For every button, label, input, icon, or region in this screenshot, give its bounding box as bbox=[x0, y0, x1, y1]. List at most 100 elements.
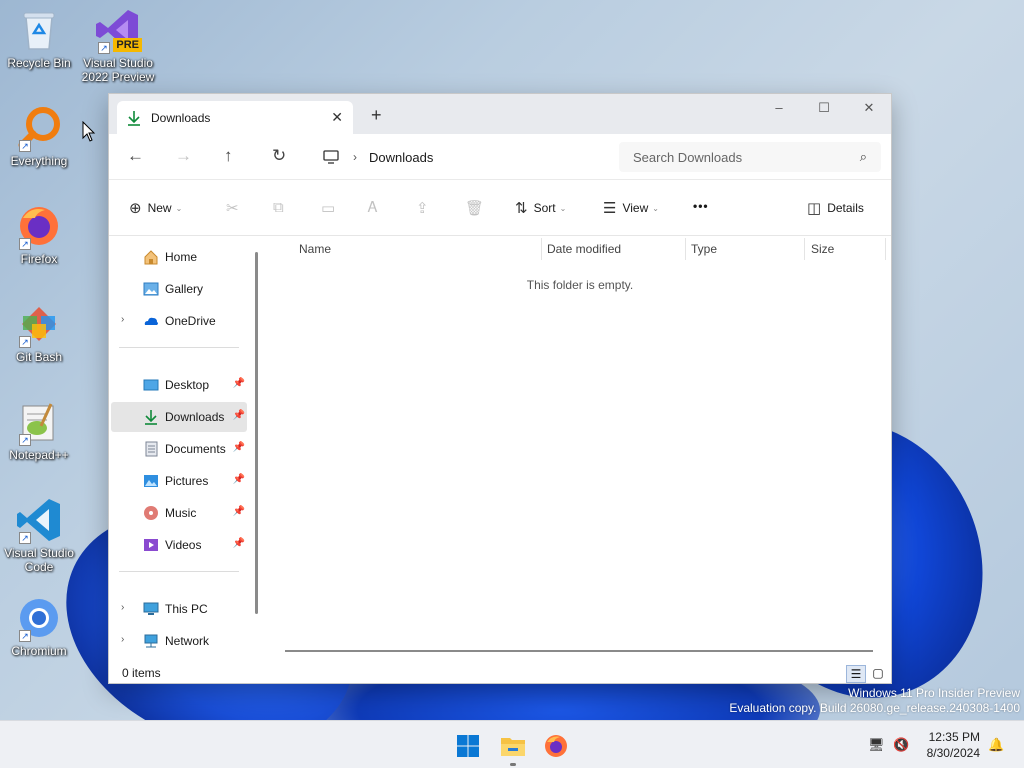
system-clock[interactable]: 12:35 PM 8/30/2024 bbox=[927, 729, 980, 761]
desktop-icon-vscode[interactable]: ↗ Visual Studio Code bbox=[1, 496, 77, 574]
nav-item-gallery[interactable]: Gallery bbox=[111, 274, 247, 304]
desktop-icon-everything[interactable]: ↗ Everything bbox=[1, 104, 77, 168]
nav-pane-scrollbar[interactable] bbox=[255, 252, 258, 614]
close-tab-icon[interactable]: ✕ bbox=[331, 109, 343, 126]
tab-downloads[interactable]: Downloads ✕ bbox=[117, 101, 353, 134]
nav-item-pictures[interactable]: Pictures 📌 bbox=[111, 466, 247, 496]
nav-label: Documents bbox=[165, 442, 226, 456]
nav-label: Downloads bbox=[165, 410, 225, 424]
desktop-icon-label: Everything bbox=[10, 154, 68, 168]
sort-button[interactable]: ⇅ Sort ⌄ bbox=[515, 199, 566, 217]
taskbar-file-explorer[interactable] bbox=[500, 733, 526, 759]
nav-item-onedrive[interactable]: › OneDrive bbox=[111, 306, 247, 336]
share-icon: ⇪ bbox=[416, 200, 429, 217]
column-header-size[interactable]: Size bbox=[811, 242, 834, 256]
desktop-icon-recycle-bin[interactable]: Recycle Bin bbox=[1, 6, 77, 70]
windows-logo-icon bbox=[457, 735, 479, 757]
nav-item-network[interactable]: › Network bbox=[111, 626, 247, 656]
notification-bell-icon[interactable]: 🔔 bbox=[988, 737, 1004, 753]
pin-icon[interactable]: 📌 bbox=[233, 538, 245, 549]
item-count: 0 items bbox=[122, 666, 161, 680]
column-divider[interactable] bbox=[804, 238, 805, 260]
plus-circle-icon: ⊕ bbox=[129, 200, 142, 217]
pin-icon[interactable]: 📌 bbox=[233, 410, 245, 421]
chevron-right-icon[interactable]: › bbox=[353, 150, 357, 164]
new-button[interactable]: ⊕ New ⌄ bbox=[129, 199, 182, 217]
nav-label: OneDrive bbox=[165, 314, 216, 328]
nav-item-music[interactable]: Music 📌 bbox=[111, 498, 247, 528]
column-divider[interactable] bbox=[541, 238, 542, 260]
column-header-type[interactable]: Type bbox=[691, 242, 717, 256]
share-button[interactable]: ⇪ bbox=[416, 199, 435, 217]
nav-item-downloads[interactable]: Downloads 📌 bbox=[111, 402, 247, 432]
file-explorer-window: Downloads ✕ + – ☐ ✕ ← → ↑ ↻ › Downloads … bbox=[108, 93, 892, 684]
chromium-icon: ↗ bbox=[15, 594, 63, 642]
this-pc-icon bbox=[143, 602, 159, 615]
details-pane-button[interactable]: ◫ Details bbox=[807, 199, 864, 217]
pin-icon[interactable]: 📌 bbox=[233, 442, 245, 453]
chevron-right-icon[interactable]: › bbox=[121, 314, 124, 325]
copy-button[interactable]: ⧉ bbox=[273, 199, 290, 216]
address-bar[interactable]: › Downloads bbox=[309, 142, 605, 172]
desktop-icon-notepad-plus-plus[interactable]: ↗ Notepad++ bbox=[1, 398, 77, 462]
network-status-icon[interactable]: 🖥 bbox=[868, 737, 885, 753]
git-bash-icon: ↗ bbox=[15, 300, 63, 348]
nav-divider bbox=[119, 347, 239, 348]
nav-item-home[interactable]: Home bbox=[111, 242, 247, 272]
column-header-name[interactable]: Name bbox=[299, 242, 331, 256]
rename-icon: Ꭺ bbox=[368, 199, 379, 216]
firefox-icon bbox=[545, 735, 567, 757]
empty-folder-message: This folder is empty. bbox=[526, 278, 634, 292]
refresh-icon[interactable]: ↻ bbox=[272, 146, 286, 166]
up-arrow-icon[interactable]: ↑ bbox=[224, 146, 233, 166]
view-button[interactable]: ☰ View ⌄ bbox=[603, 199, 659, 217]
close-window-button[interactable]: ✕ bbox=[847, 100, 891, 116]
paste-button[interactable]: ▭ bbox=[321, 199, 341, 217]
minimize-button[interactable]: – bbox=[757, 100, 801, 115]
desktop-icon-label: Recycle Bin bbox=[7, 56, 71, 70]
build-watermark: Windows 11 Pro Insider Preview Evaluatio… bbox=[729, 686, 1020, 716]
chevron-right-icon[interactable]: › bbox=[121, 602, 124, 613]
search-input[interactable]: Search Downloads ⌕ bbox=[619, 142, 881, 172]
back-arrow-icon[interactable]: ← bbox=[127, 146, 144, 166]
cut-button[interactable]: ✂ bbox=[226, 199, 245, 217]
visual-studio-icon: PRE ↗ bbox=[94, 6, 142, 54]
nav-item-documents[interactable]: Documents 📌 bbox=[111, 434, 247, 464]
desktop-icon-label: Git Bash bbox=[15, 350, 63, 364]
status-bar: 0 items ☰ ▢ bbox=[109, 662, 891, 684]
new-tab-button[interactable]: + bbox=[371, 105, 382, 126]
desktop-icon-firefox[interactable]: ↗ Firefox bbox=[1, 202, 77, 266]
column-divider[interactable] bbox=[885, 238, 886, 260]
nav-item-this-pc[interactable]: › This PC bbox=[111, 594, 247, 624]
maximize-button[interactable]: ☐ bbox=[802, 100, 846, 116]
nav-divider bbox=[119, 571, 239, 572]
start-button[interactable] bbox=[455, 733, 481, 759]
rename-button[interactable]: Ꭺ bbox=[368, 199, 384, 216]
forward-arrow-icon[interactable]: → bbox=[175, 146, 192, 166]
desktop-icon-git-bash[interactable]: ↗ Git Bash bbox=[1, 300, 77, 364]
chevron-down-icon: ⌄ bbox=[175, 203, 183, 213]
column-header-date-modified[interactable]: Date modified bbox=[547, 242, 621, 256]
breadcrumb-downloads[interactable]: Downloads bbox=[369, 150, 433, 165]
desktop-icon-visual-studio[interactable]: PRE ↗ Visual Studio 2022 Preview bbox=[80, 6, 156, 84]
details-view-icon[interactable]: ☰ bbox=[846, 665, 866, 683]
documents-icon bbox=[145, 441, 158, 457]
more-options-button[interactable]: ••• bbox=[693, 199, 709, 213]
desktop-icon-chromium[interactable]: ↗ Chromium bbox=[1, 594, 77, 658]
horizontal-scrollbar[interactable] bbox=[285, 650, 873, 652]
download-icon bbox=[145, 410, 157, 425]
large-icons-view-icon[interactable]: ▢ bbox=[868, 665, 888, 683]
delete-button[interactable]: 🗑 bbox=[465, 199, 490, 217]
clock-date: 8/30/2024 bbox=[926, 746, 980, 760]
gallery-icon bbox=[143, 282, 159, 296]
nav-item-desktop[interactable]: Desktop 📌 bbox=[111, 370, 247, 400]
column-divider[interactable] bbox=[685, 238, 686, 260]
pin-icon[interactable]: 📌 bbox=[233, 378, 245, 389]
nav-item-videos[interactable]: Videos 📌 bbox=[111, 530, 247, 560]
chevron-right-icon[interactable]: › bbox=[121, 634, 124, 645]
volume-muted-icon[interactable]: 🔇 bbox=[893, 737, 909, 753]
taskbar-firefox[interactable] bbox=[543, 733, 569, 759]
pin-icon[interactable]: 📌 bbox=[233, 474, 245, 485]
pin-icon[interactable]: 📌 bbox=[233, 506, 245, 517]
nav-label: Music bbox=[165, 506, 197, 520]
